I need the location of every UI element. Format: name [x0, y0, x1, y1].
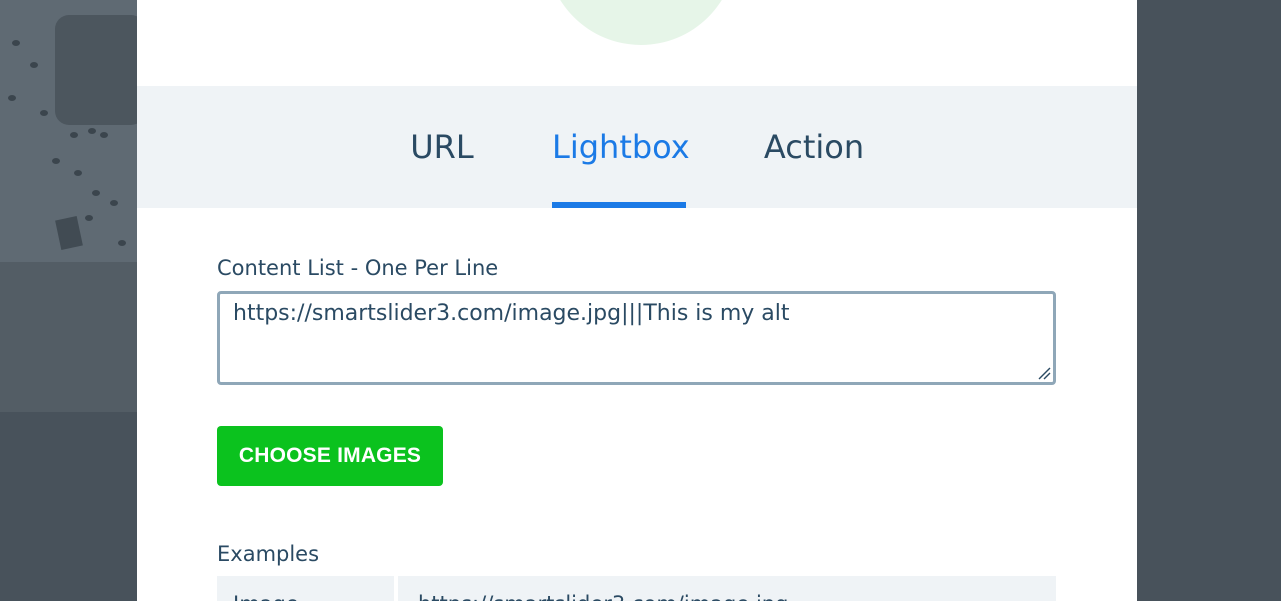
examples-table: Image https://smartslider3.com/image.jpg	[217, 576, 1056, 601]
examples-cell-value: https://smartslider3.com/image.jpg	[398, 576, 1056, 601]
content-list-textarea[interactable]: https://smartslider3.com/image.jpg|||Thi…	[217, 291, 1056, 385]
examples-type-text: Image	[233, 592, 299, 601]
content-list-value[interactable]: https://smartslider3.com/image.jpg|||Thi…	[233, 301, 790, 326]
tab-action[interactable]: Action	[762, 86, 866, 208]
background-panel	[0, 262, 137, 412]
examples-label: Examples	[217, 542, 320, 566]
link-settings-modal: URL Lightbox Action Content List - One P…	[137, 0, 1137, 601]
tab-lightbox-label: Lightbox	[552, 128, 690, 166]
choose-images-button[interactable]: CHOOSE IMAGES	[217, 426, 443, 486]
examples-cell-type: Image	[217, 576, 394, 601]
active-tab-indicator	[552, 202, 686, 208]
tab-bar: URL Lightbox Action	[137, 86, 1137, 208]
tab-lightbox[interactable]: Lightbox	[552, 86, 690, 208]
modal-header-icon-circle	[546, 0, 736, 45]
tab-url[interactable]: URL	[405, 86, 479, 208]
examples-value-text: https://smartslider3.com/image.jpg	[418, 592, 788, 601]
content-list-label: Content List - One Per Line	[217, 256, 499, 280]
background-image	[0, 0, 137, 262]
resize-grip-icon[interactable]	[1037, 366, 1051, 380]
